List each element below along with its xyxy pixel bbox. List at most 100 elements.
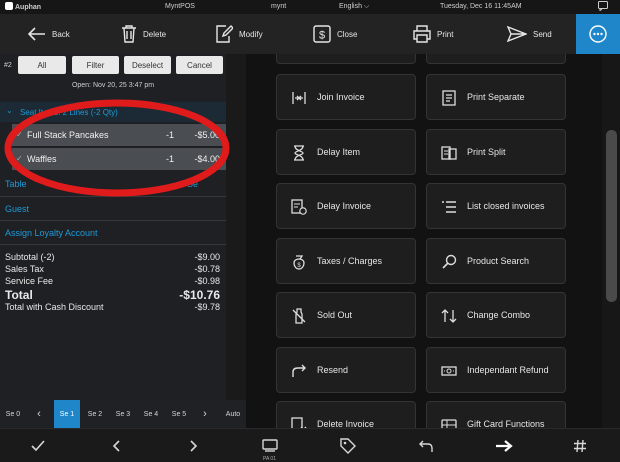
pa-label: PA 01 xyxy=(263,456,276,462)
sold-out-button[interactable]: Sold Out xyxy=(276,292,416,338)
printer-icon xyxy=(413,25,431,43)
brand-logo: Auphan xyxy=(5,2,41,11)
dollar-box-icon: $ xyxy=(313,25,331,43)
next-button[interactable] xyxy=(174,429,214,462)
seat-tab[interactable]: Se 4 xyxy=(138,400,164,428)
delete-button[interactable]: Delete xyxy=(121,14,166,54)
opened-time: Open: Nov 20, 25 3:47 pm xyxy=(71,82,155,89)
date-time: Tuesday, Dec 16 11:45AM xyxy=(440,3,522,10)
resend-arrow-icon xyxy=(292,364,306,377)
undo-button[interactable] xyxy=(406,429,446,462)
seat-auto-button[interactable]: Auto xyxy=(220,400,246,428)
search-icon xyxy=(442,254,457,269)
deselect-button[interactable]: Deselect xyxy=(124,56,171,74)
hourglass-icon xyxy=(294,145,304,161)
totals-summary: Subtotal (-2) -$9.00 Sales Tax -$0.78 Serv… xyxy=(5,252,220,312)
receipt-icon xyxy=(442,90,456,106)
number-pad-button[interactable] xyxy=(560,429,600,462)
list-icon xyxy=(442,201,456,213)
auphan-logo-icon xyxy=(5,2,13,10)
join-invoice-button[interactable]: Join Invoice xyxy=(276,74,416,120)
scrollbar-thumb[interactable] xyxy=(606,130,617,302)
seat-next-button[interactable]: › xyxy=(194,400,216,428)
forward-button[interactable] xyxy=(484,429,524,462)
invoice-clock-icon xyxy=(291,199,307,215)
discount-tag-button[interactable] xyxy=(328,429,368,462)
check-icon xyxy=(31,440,45,452)
close-button[interactable]: $ Close xyxy=(313,14,357,54)
cancel-button[interactable]: Cancel xyxy=(176,56,223,74)
seat-tab[interactable]: Se 1 xyxy=(54,400,80,428)
check-icon: ✓ xyxy=(16,154,23,163)
function-scrollbar[interactable] xyxy=(602,54,620,428)
function-grid: Join Invoice Print Separate Delay Item P… xyxy=(246,54,620,428)
arrow-right-icon xyxy=(496,440,513,452)
seat-tab[interactable]: Se 0 xyxy=(0,400,26,428)
list-closed-invoices-button[interactable]: List closed invoices xyxy=(426,183,566,229)
delay-item-button[interactable]: Delay Item xyxy=(276,129,416,175)
pos-screen: Auphan MyntPOS mynt English ⌵ Tuesday, D… xyxy=(0,0,620,462)
order-number: #2 xyxy=(4,62,12,69)
select-all-button[interactable]: All xyxy=(18,56,66,74)
print-separate-button[interactable]: Print Separate xyxy=(426,74,566,120)
seat-prev-button[interactable]: ‹ xyxy=(28,400,50,428)
function-button-partial[interactable] xyxy=(276,54,416,64)
seat-selector: Se 0 ‹ Se 1 Se 2 Se 3 Se 4 Se 5 › Auto xyxy=(0,400,246,428)
money-bag-icon: $ xyxy=(293,255,305,270)
chevron-down-icon: ⌵ xyxy=(363,3,370,10)
chevron-right-icon xyxy=(190,440,198,452)
filter-button[interactable]: Filter xyxy=(72,56,119,74)
confirm-button[interactable] xyxy=(18,429,58,462)
register-icon xyxy=(262,439,278,452)
taxes-charges-button[interactable]: $ Taxes / Charges xyxy=(276,238,416,284)
function-button-partial[interactable] xyxy=(426,54,566,64)
seat-tab[interactable]: Se 5 xyxy=(166,400,192,428)
hash-icon xyxy=(574,439,586,453)
divider xyxy=(0,220,226,221)
user-name: mynt xyxy=(271,3,287,10)
language-selector[interactable]: English ⌵ xyxy=(339,3,369,11)
order-item[interactable]: ✓ Waffles -1 -$4.00 xyxy=(12,148,226,170)
previous-button[interactable] xyxy=(96,429,136,462)
gift-card-icon xyxy=(441,419,457,428)
split-receipt-icon xyxy=(441,146,457,160)
toolbar: Back Delete Modify $ Close Print Send xyxy=(0,14,620,54)
resend-button[interactable]: Resend xyxy=(276,347,416,393)
seat-tab[interactable]: Se 3 xyxy=(110,400,136,428)
print-button[interactable]: Print xyxy=(413,14,453,54)
divider xyxy=(0,244,226,245)
delete-invoice-icon xyxy=(291,417,307,428)
undo-icon xyxy=(419,440,433,452)
send-icon xyxy=(507,26,527,42)
seat-tab[interactable]: Se 2 xyxy=(82,400,108,428)
join-icon xyxy=(292,92,306,104)
status-bar: Auphan MyntPOS mynt English ⌵ Tuesday, D… xyxy=(0,0,620,14)
order-panel: #2 All Filter Deselect Cancel Open: Nov … xyxy=(0,54,226,400)
selection-actions: #2 All Filter Deselect Cancel xyxy=(0,54,226,78)
delete-invoice-button[interactable]: Delete Invoice xyxy=(276,401,416,428)
bottom-nav: PA 01 xyxy=(0,428,620,462)
assign-loyalty-link[interactable]: Assign Loyalty Account xyxy=(5,228,98,238)
message-icon[interactable] xyxy=(598,1,608,13)
change-combo-button[interactable]: Change Combo xyxy=(426,292,566,338)
send-button[interactable]: Send xyxy=(507,14,552,54)
delay-invoice-button[interactable]: Delay Invoice xyxy=(276,183,416,229)
app-name: MyntPOS xyxy=(165,3,195,10)
modify-button[interactable]: Modify xyxy=(215,14,263,54)
back-button[interactable]: Back xyxy=(28,14,70,54)
order-item[interactable]: ✓ Full Stack Pancakes -1 -$5.00 xyxy=(12,124,226,146)
product-search-button[interactable]: Product Search xyxy=(426,238,566,284)
more-horizontal-icon xyxy=(589,25,607,43)
seat-items-header[interactable]: ⌄ Seat Items: 2 Lines (-2 Qty) xyxy=(0,102,226,122)
gift-card-functions-button[interactable]: Gift Card Functions xyxy=(426,401,566,428)
independant-refund-button[interactable]: Independant Refund xyxy=(426,347,566,393)
print-split-button[interactable]: Print Split xyxy=(426,129,566,175)
swap-arrows-icon xyxy=(441,309,457,323)
sold-out-bottle-icon xyxy=(292,308,306,324)
table-value[interactable]: Se xyxy=(187,179,198,189)
chevron-left-icon xyxy=(112,440,120,452)
chevron-down-icon: ⌄ xyxy=(6,106,13,115)
more-options-button[interactable] xyxy=(576,14,620,54)
table-row[interactable]: Table xyxy=(5,179,27,189)
guest-row[interactable]: Guest xyxy=(5,204,29,214)
